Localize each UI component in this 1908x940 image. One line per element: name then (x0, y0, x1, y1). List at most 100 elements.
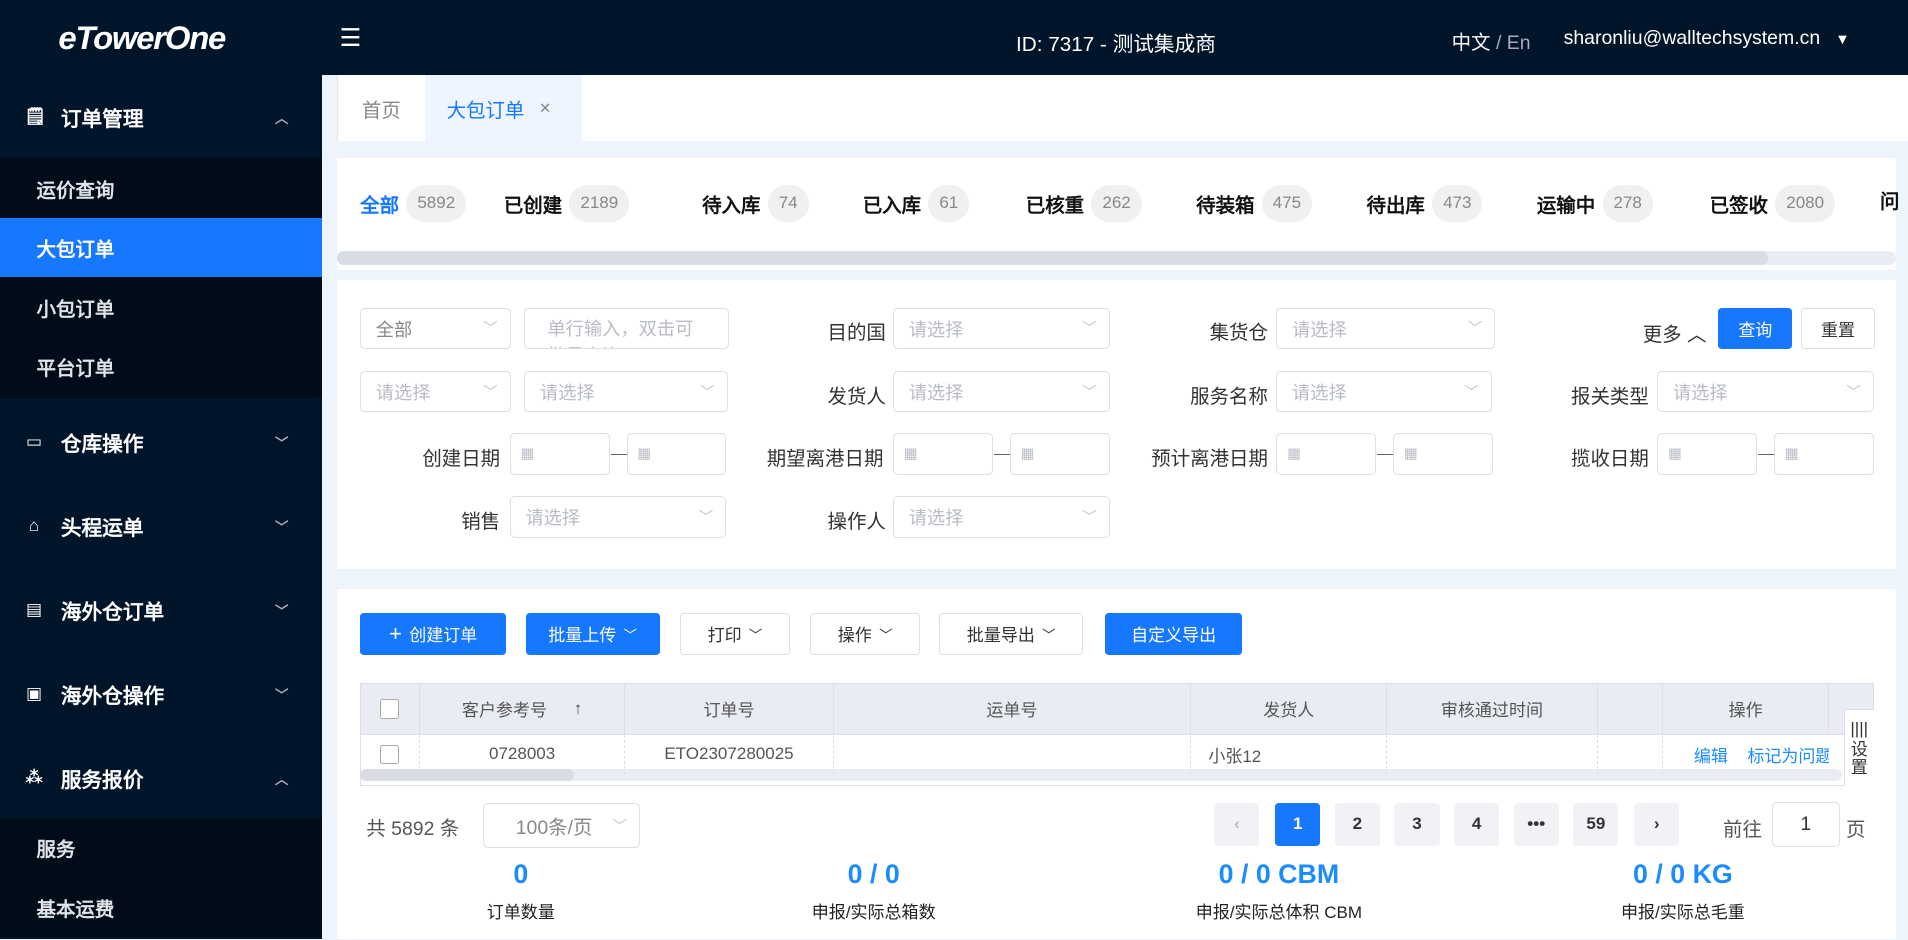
next-page-button[interactable]: › (1634, 803, 1680, 846)
prev-page-button[interactable]: ‹ (1214, 803, 1260, 846)
page-button[interactable]: 3 (1394, 803, 1440, 846)
sidebar-item[interactable]: 基本运费 (0, 877, 322, 937)
goto-page-input[interactable]: 1 (1771, 801, 1840, 847)
sidebar-group-2[interactable]: ⌂ 头程运单 ﹀ (0, 484, 322, 567)
status-tab[interactable]: 问 (1880, 185, 1899, 214)
create-order-button[interactable]: + 创建订单 (360, 613, 507, 655)
label-shipper: 发货人 (827, 385, 886, 408)
sidebar-item[interactable]: 平台订单 (0, 337, 322, 397)
status-tab[interactable]: 待入库 74 (702, 184, 809, 222)
menu-collapse-icon[interactable]: ☰ (339, 23, 361, 53)
calendar-icon: ▦ (1404, 446, 1418, 463)
column-settings-button[interactable]: |||| 设置 (1843, 709, 1874, 787)
sort-arrow-icon[interactable]: ↑ (574, 699, 583, 719)
sidebar-group-1[interactable]: ▭ 仓库操作 ﹀ (0, 400, 322, 483)
select-1[interactable]: 请选择 ﹀ (360, 371, 512, 413)
customs-type-select[interactable]: 请选择 ﹀ (1657, 371, 1874, 413)
operate-button[interactable]: 操作 ﹀ (810, 613, 920, 655)
select-2[interactable]: 请选择 ﹀ (524, 371, 728, 413)
expected-etd-end[interactable]: ▦ (1009, 433, 1110, 475)
user-menu[interactable]: sharonliu@walltechsystem.cn ▼ (1564, 27, 1850, 50)
status-tab[interactable]: 已核重 262 (1026, 184, 1142, 222)
status-tab[interactable]: 运输中 278 (1537, 184, 1653, 222)
sidebar-group-5[interactable]: ⁂ 服务报价 ︿ (0, 736, 322, 819)
status-tab[interactable]: 待装箱 475 (1196, 184, 1313, 222)
summary-label: 申报/实际总箱数 (811, 903, 936, 923)
sidebar-submenu: 服务 基本运费 (0, 817, 323, 937)
sidebar-item[interactable]: 大包订单 (0, 217, 323, 278)
pickup-date-start[interactable]: ▦ (1657, 433, 1758, 475)
more-pages-button[interactable]: ••• (1513, 803, 1559, 846)
label-pickup: 揽收日期 (1571, 447, 1649, 470)
placeholder: 请选择 (908, 507, 964, 529)
lang-cn[interactable]: 中文 (1452, 32, 1491, 54)
scrollbar-thumb[interactable] (337, 250, 1769, 266)
sidebar-item[interactable]: 小包订单 (0, 277, 322, 337)
dest-country-select[interactable]: 请选择 ﹀ (893, 307, 1110, 350)
page-button[interactable]: 59 (1573, 803, 1619, 846)
batch-export-button[interactable]: 批量导出 ﹀ (939, 613, 1083, 655)
status-tab[interactable]: 待出库 473 (1367, 184, 1483, 222)
shipper-select[interactable]: 请选择 ﹀ (893, 371, 1110, 413)
status-tab[interactable]: 已入库 61 (863, 184, 970, 222)
planned-etd-start[interactable]: ▦ (1276, 433, 1377, 475)
chevron-down-icon: ﹀ (1467, 321, 1483, 338)
checkbox[interactable] (379, 744, 400, 765)
close-icon[interactable]: ✕ (539, 100, 551, 117)
warehouse-select[interactable]: 请选择 ﹀ (1276, 307, 1496, 350)
goto-label: 前往 (1723, 818, 1762, 841)
query-button[interactable]: 查询 (1718, 307, 1793, 350)
sidebar-group-label: 仓库操作 (60, 432, 144, 456)
caret-down-icon: ▼ (1835, 31, 1850, 48)
action-link[interactable]: 编辑 (1694, 742, 1728, 767)
sidebar-submenu: 运价查询 大包订单 小包订单 平台订单 (0, 158, 323, 397)
column-label: 发货人 (1263, 701, 1315, 721)
tab-large-orders[interactable]: 大包订单 ✕ (424, 75, 582, 142)
status-tab[interactable]: 全部 5892 (360, 184, 467, 222)
summary-label: 申报/实际总体积 CBM (1195, 903, 1363, 923)
print-button[interactable]: 打印 ﹀ (680, 613, 790, 655)
sidebar-item[interactable]: 运价查询 (0, 158, 322, 218)
label-etd_planned: 预计离港日期 (1151, 447, 1268, 470)
pickup-date-end[interactable]: ▦ (1774, 433, 1874, 475)
action-link[interactable]: 标记为问题 (1747, 742, 1829, 767)
custom-export-button[interactable]: 自定义导出 (1104, 613, 1243, 655)
status-tab[interactable]: 已创建 2189 (504, 184, 630, 222)
reset-button[interactable]: 重置 (1800, 307, 1876, 350)
page-button[interactable]: 2 (1334, 803, 1380, 846)
operator-select[interactable]: 请选择 ﹀ (893, 496, 1110, 538)
batch-upload-button[interactable]: 批量上传 ﹀ (525, 613, 660, 655)
tab-bar: 首页 大包订单 ✕ (337, 75, 1908, 142)
checkbox[interactable] (379, 699, 400, 719)
planned-etd-end[interactable]: ▦ (1393, 433, 1494, 475)
search-input[interactable]: 单行输入，双击可批量查询 (524, 307, 729, 350)
chevron-down-icon: ﹀ (748, 627, 763, 643)
chevron-up-icon: ︿ (1687, 323, 1707, 346)
service-select[interactable]: 请选择 ﹀ (1276, 371, 1492, 413)
type-select[interactable]: 全部 ﹀ (360, 307, 512, 350)
sidebar-group-4[interactable]: ▣ 海外仓操作 ﹀ (0, 652, 322, 735)
sidebar-item[interactable]: 服务 (0, 818, 322, 878)
tab-home[interactable]: 首页 (337, 75, 425, 142)
page-button[interactable]: 4 (1454, 803, 1500, 846)
columns-icon: |||| (1850, 719, 1869, 739)
horizontal-scrollbar[interactable] (337, 250, 1896, 266)
label-customs: 报关类型 (1571, 385, 1649, 408)
page-button[interactable]: 1 (1275, 803, 1321, 846)
column-header[interactable]: 客户参考号 ↑ (420, 682, 626, 735)
chevron-down-icon: ﹀ (275, 519, 289, 535)
row-checkbox[interactable] (360, 734, 420, 774)
sidebar-group-0[interactable]: 🗒 订单管理 ︿ (0, 75, 322, 158)
summary-value: 0 (513, 859, 529, 890)
select-all-checkbox[interactable] (360, 682, 420, 735)
sidebar-group-3[interactable]: ▤ 海外仓订单 ﹀ (0, 568, 322, 651)
lang-en[interactable]: En (1507, 32, 1531, 54)
calendar-icon: ▦ (637, 446, 652, 463)
created-date-start[interactable]: ▦ (509, 433, 610, 475)
created-date-end[interactable]: ▦ (626, 433, 727, 475)
page-size-select[interactable]: 100条/页 ﹀ (483, 803, 641, 849)
expected-etd-start[interactable]: ▦ (893, 433, 993, 475)
more-toggle[interactable]: 更多 ︿ (1643, 318, 1707, 347)
sales-select[interactable]: 请选择 ﹀ (509, 496, 727, 538)
status-tab[interactable]: 已签收 2080 (1710, 184, 1836, 222)
